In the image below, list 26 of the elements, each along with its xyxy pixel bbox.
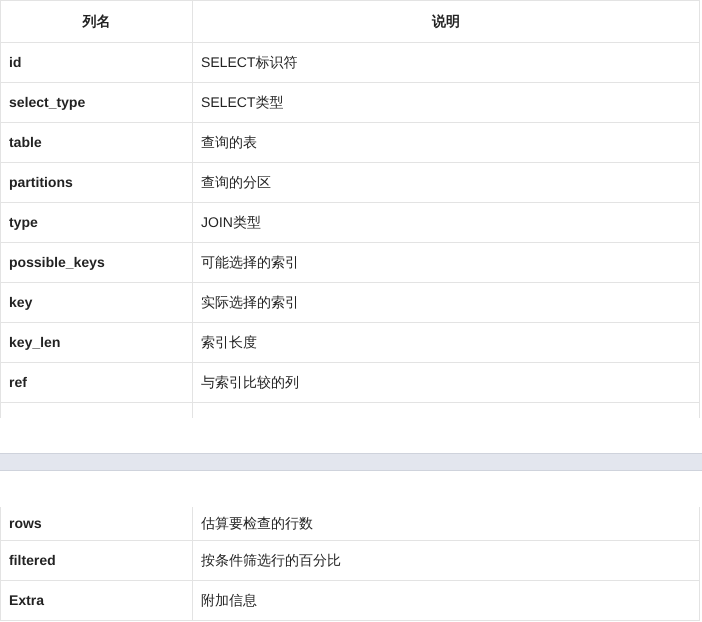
table-cell: type (1, 203, 193, 242)
table-cell-text: 索引长度 (200, 333, 258, 352)
table-cell-text: 实际选择的索引 (200, 293, 300, 312)
table-cell-text: 查询的表 (200, 133, 258, 152)
table-cell: select_type (1, 83, 193, 122)
table-cell: id (1, 43, 193, 82)
table-cell-text: SELECT标识符 (200, 53, 298, 72)
table-cell-text: 按条件筛选行的百分比 (200, 551, 342, 570)
table-cell: key_len (1, 323, 193, 362)
table-cell: table (1, 123, 193, 162)
table-cell: rows (1, 507, 193, 540)
table-cell-text: JOIN类型 (200, 213, 262, 232)
table-cell: key (1, 283, 193, 322)
table-cell: Extra (1, 581, 193, 620)
column-header: 列名 (1, 1, 193, 42)
table-cell: ref (1, 363, 193, 402)
table-cell-text: 与索引比较的列 (200, 373, 300, 392)
column-header: 说明 (430, 12, 461, 31)
table-cell: filtered (1, 541, 193, 580)
table-cell-text: 可能选择的索引 (200, 253, 300, 272)
table-cell-text: 查询的分区 (200, 173, 272, 192)
table-cell-text: SELECT类型 (200, 93, 284, 112)
table-cell: partitions (1, 163, 193, 202)
table-cell: possible_keys (1, 243, 193, 282)
table-cell-text: 估算要检查的行数 (200, 514, 314, 533)
table-cell-text: 附加信息 (200, 591, 258, 610)
